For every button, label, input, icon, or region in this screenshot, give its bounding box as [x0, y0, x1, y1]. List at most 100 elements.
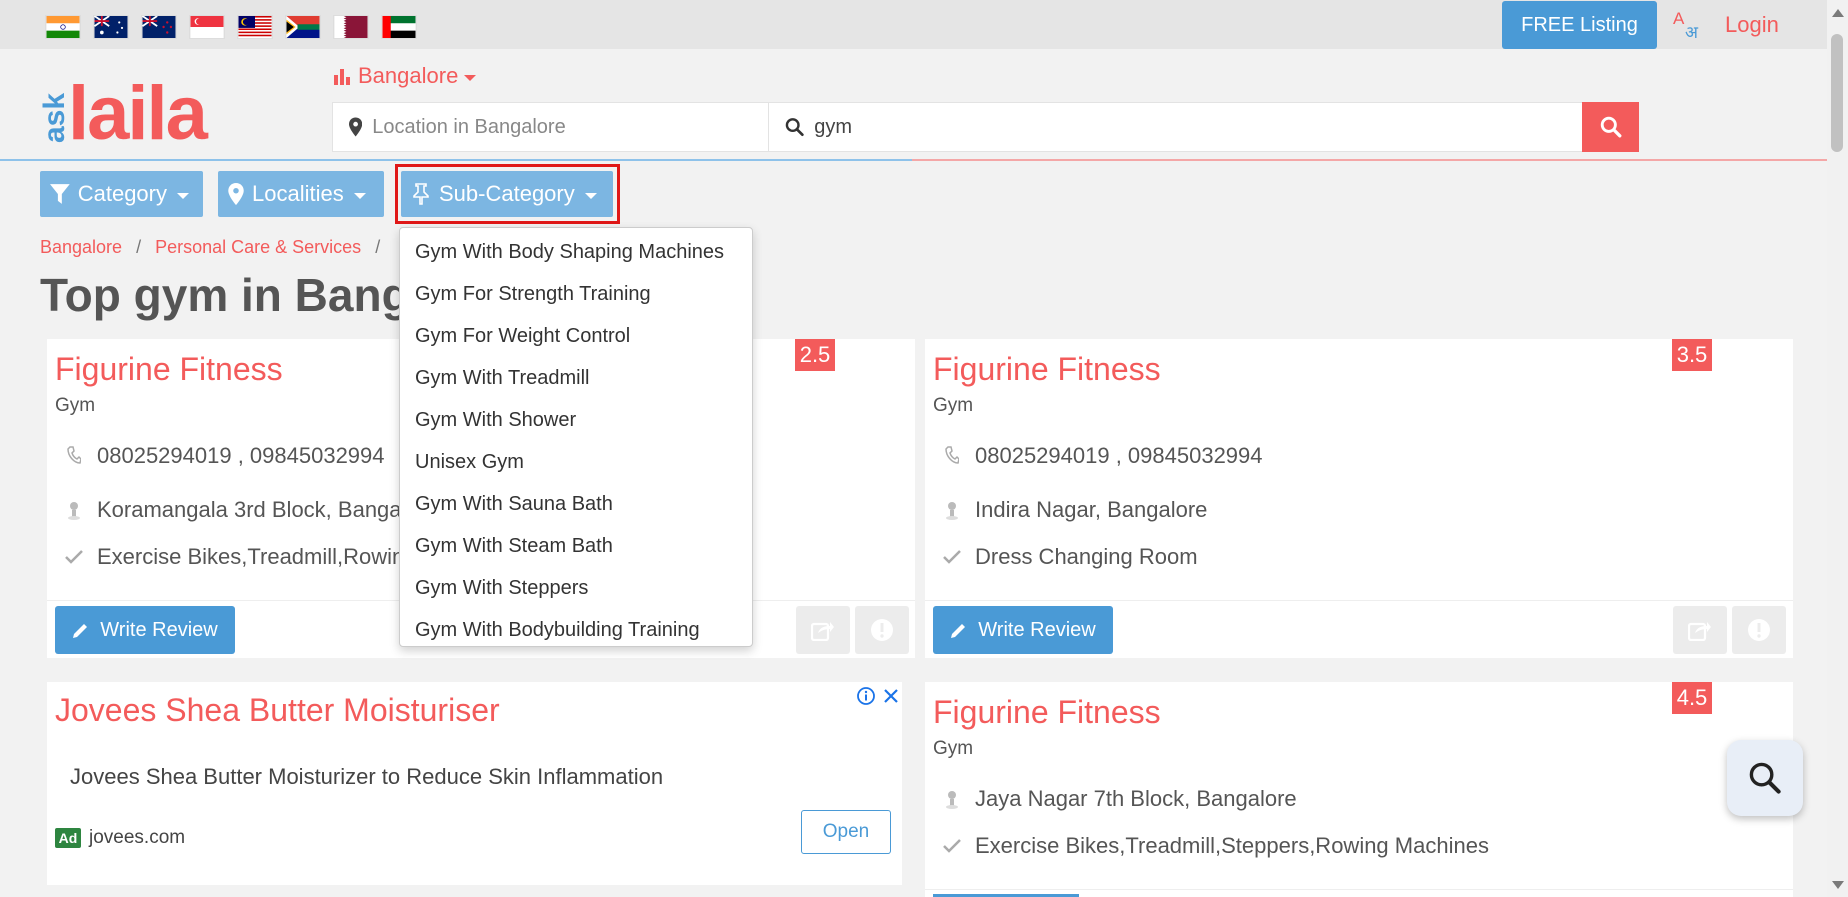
localities-filter-label: Localities [252, 181, 344, 206]
listing-name[interactable]: Figurine Fitness [933, 694, 1161, 731]
amenities-row: Dress Changing Room [941, 544, 1198, 570]
city-selector[interactable]: Bangalore [334, 63, 477, 89]
subcategory-option[interactable]: Gym With Bodybuilding Training [400, 609, 752, 651]
check-icon [63, 546, 85, 568]
asklaila-logo[interactable]: ask laila [38, 59, 238, 149]
card-divider [925, 889, 1793, 890]
check-icon [941, 835, 963, 857]
scrollbar[interactable] [1827, 0, 1848, 897]
write-review-button[interactable]: Write Review [55, 606, 235, 654]
subcategory-option[interactable]: Unisex Gym [400, 441, 752, 483]
uae-flag-icon[interactable] [381, 15, 417, 39]
address-row: Indira Nagar, Bangalore [941, 497, 1207, 523]
phone-row: 08025294019 , 09845032994 [941, 443, 1263, 469]
subcategory-dropdown: Gym With Body Shaping Machines Gym For S… [399, 227, 753, 647]
listing-name[interactable]: Figurine Fitness [933, 351, 1161, 388]
search-button[interactable] [1582, 102, 1639, 152]
listing-card: Figurine Fitness Gym 3.5 08025294019 , 0… [925, 339, 1793, 658]
share-icon [1688, 622, 1711, 641]
check-icon [941, 546, 963, 568]
ad-title[interactable]: Jovees Shea Butter Moisturiser [55, 692, 500, 729]
search-icon [785, 118, 804, 137]
search-input[interactable] [814, 115, 1582, 139]
person-pin-icon [941, 788, 963, 810]
header-divider [0, 159, 912, 161]
highlight-outline [395, 164, 620, 224]
city-label: Bangalore [358, 63, 459, 88]
new-zealand-flag-icon[interactable] [141, 15, 177, 39]
ad-domain[interactable]: jovees.com [89, 827, 185, 849]
svg-text:A: A [1673, 9, 1685, 28]
rating-badge: 2.5 [795, 339, 835, 371]
address-row: Koramangala 3rd Block, Bangalore [63, 497, 438, 523]
listing-name[interactable]: Figurine Fitness [55, 351, 283, 388]
amenities-row: Exercise Bikes,Treadmill,Steppers,Rowing… [941, 833, 1489, 859]
location-input[interactable] [372, 115, 768, 139]
chevron-down-icon [464, 74, 477, 81]
login-link[interactable]: Login [1725, 12, 1779, 38]
listing-address: Jaya Nagar 7th Block, Bangalore [975, 786, 1297, 811]
location-field[interactable] [332, 102, 769, 152]
info-icon[interactable] [855, 685, 877, 707]
listing-category: Gym [55, 395, 96, 416]
subcategory-option[interactable]: Gym With Sauna Bath [400, 483, 752, 525]
phone-number[interactable]: 08025294019 , 09845032994 [975, 443, 1263, 469]
phone-row: 08025294019 , 09845032994 [63, 443, 385, 469]
subcategory-option[interactable]: Gym For Weight Control [400, 315, 752, 357]
search-icon [1749, 762, 1781, 794]
localities-filter-button[interactable]: Localities [218, 171, 384, 217]
listing-amenities: Dress Changing Room [975, 544, 1198, 569]
subcategory-option[interactable]: Gym With Body Shaping Machines [400, 231, 752, 273]
person-pin-icon [941, 499, 963, 521]
ad-description: Jovees Shea Butter Moisturizer to Reduce… [70, 764, 664, 789]
listing-address: Indira Nagar, Bangalore [975, 497, 1208, 522]
ad-card[interactable]: Jovees Shea Butter Moisturiser Jovees Sh… [47, 682, 902, 885]
bar-chart-icon [334, 69, 350, 85]
ad-badge: Ad [55, 828, 81, 848]
south-africa-flag-icon[interactable] [285, 15, 321, 39]
listing-address: Koramangala 3rd Block, Bangalore [97, 497, 439, 522]
subcategory-option[interactable]: Gym With Shower [400, 399, 752, 441]
language-icon[interactable]: A अ [1672, 8, 1706, 42]
floating-search-button[interactable] [1727, 740, 1803, 816]
write-review-button[interactable]: Write Review [933, 606, 1113, 654]
subcategory-option[interactable]: Gym With Steam Bath [400, 525, 752, 567]
search-field[interactable] [768, 102, 1583, 152]
free-listing-button[interactable]: FREE Listing [1502, 1, 1657, 49]
country-flags [45, 15, 417, 39]
address-row: Jaya Nagar 7th Block, Bangalore [941, 786, 1297, 812]
singapore-flag-icon[interactable] [189, 15, 225, 39]
close-icon[interactable] [881, 685, 901, 707]
map-marker-icon [228, 183, 244, 205]
svg-text:अ: अ [1685, 23, 1699, 42]
report-button[interactable] [855, 606, 909, 654]
subcategory-option[interactable]: Gym With Treadmill [400, 357, 752, 399]
top-bar: FREE Listing A अ Login [0, 0, 1827, 49]
chevron-down-icon [353, 193, 366, 199]
scroll-down-icon[interactable] [1832, 881, 1844, 889]
listing-category: Gym [933, 395, 974, 416]
logo-ask-text: ask [38, 93, 71, 143]
breadcrumb-item-personal-care[interactable]: Personal Care & Services [155, 237, 361, 258]
page-title: Top gym in Bangalore [40, 269, 400, 321]
share-button[interactable] [796, 606, 850, 654]
pencil-icon [951, 624, 966, 638]
ad-open-button[interactable]: Open [801, 810, 891, 854]
phone-number[interactable]: 08025294019 , 09845032994 [97, 443, 385, 469]
share-button[interactable] [1673, 606, 1727, 654]
breadcrumb-separator: / [375, 237, 381, 257]
qatar-flag-icon[interactable] [333, 15, 369, 39]
category-filter-button[interactable]: Category [40, 171, 203, 217]
report-button[interactable] [1732, 606, 1786, 654]
scroll-up-icon[interactable] [1832, 9, 1844, 17]
exclamation-icon [1748, 619, 1770, 641]
scrollbar-thumb[interactable] [1831, 34, 1843, 152]
malaysia-flag-icon[interactable] [237, 15, 273, 39]
australia-flag-icon[interactable] [93, 15, 129, 39]
india-flag-icon[interactable] [45, 15, 81, 39]
listing-amenities: Exercise Bikes,Treadmill,Steppers,Rowing… [975, 833, 1489, 858]
subcategory-option[interactable]: Gym With Steppers [400, 567, 752, 609]
listing-category: Gym [933, 738, 974, 759]
breadcrumb-item-bangalore[interactable]: Bangalore [40, 237, 122, 258]
subcategory-option[interactable]: Gym For Strength Training [400, 273, 752, 315]
